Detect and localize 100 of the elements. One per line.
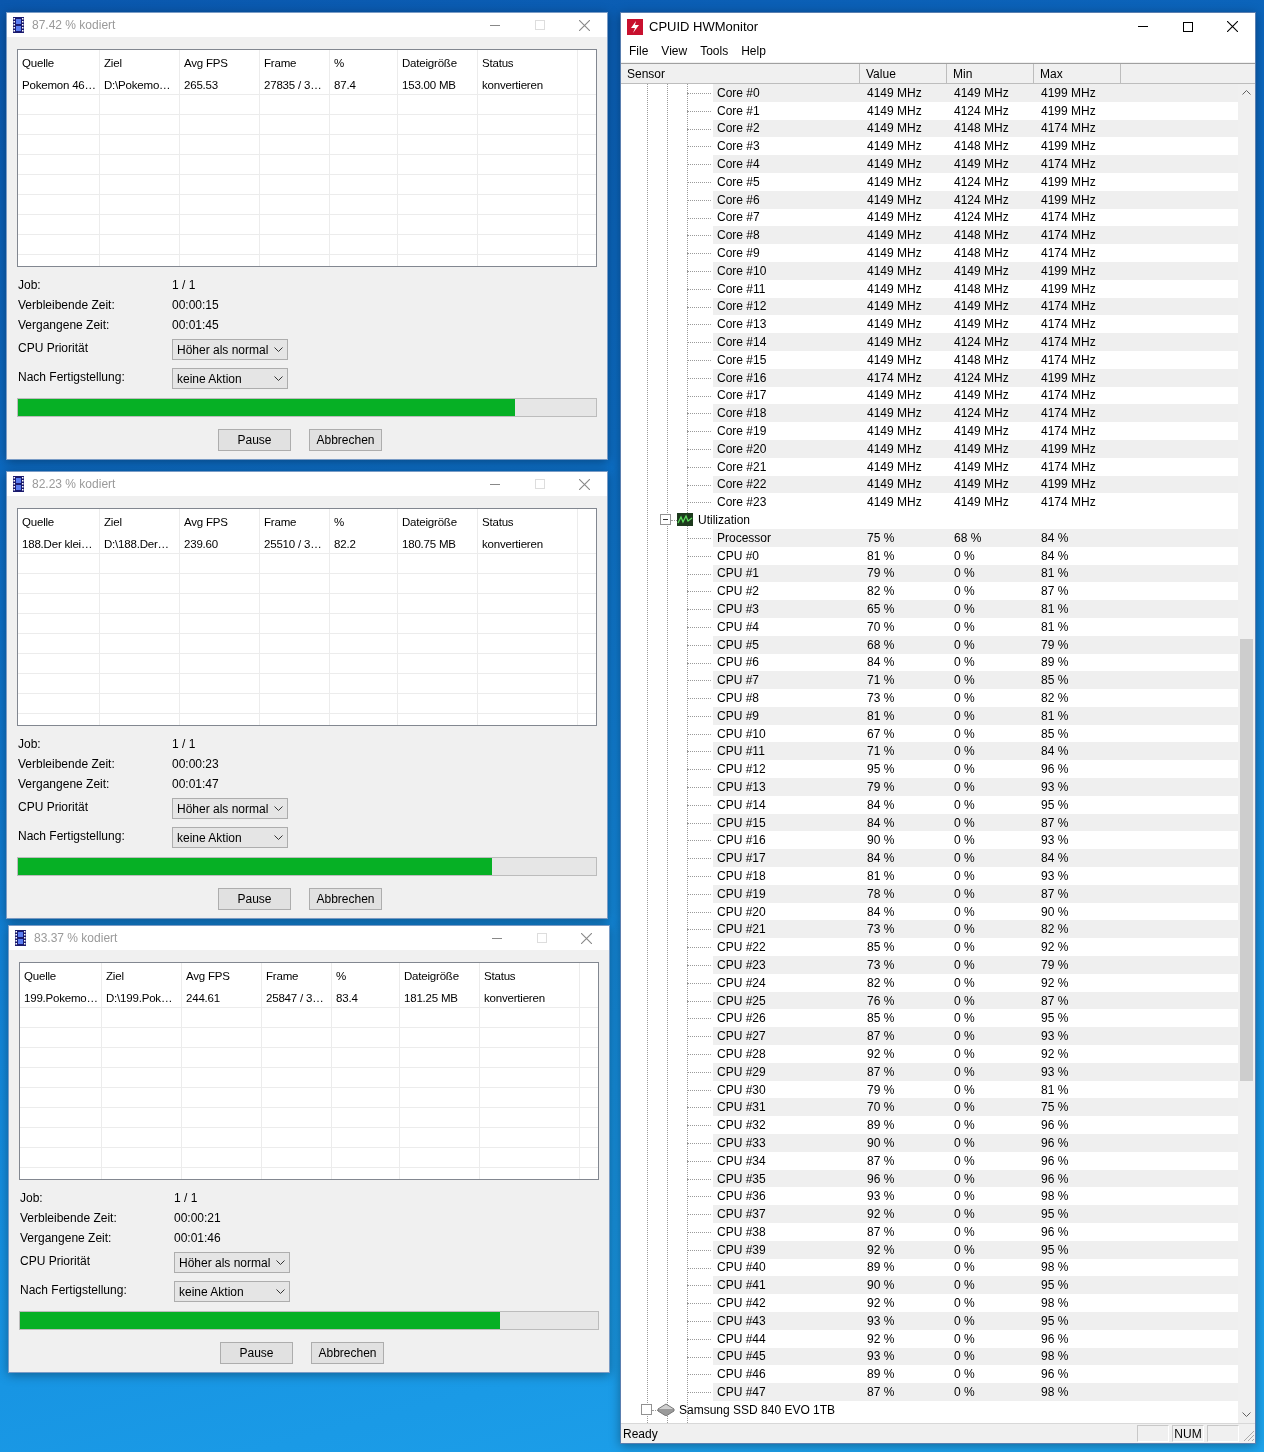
chevron-down-icon <box>276 1260 285 1265</box>
dialog-button[interactable]: Pause <box>218 888 291 910</box>
column-header[interactable]: Frame <box>260 50 330 75</box>
sensor-value: 4149 MHz <box>866 441 923 456</box>
sensor-max: 92 % <box>1040 975 1070 990</box>
sensor-max: 4174 MHz <box>1040 157 1097 172</box>
field-value: 1 / 1 <box>174 1189 199 1207</box>
sensor-min: 4148 MHz <box>953 228 1010 243</box>
column-header[interactable]: Dateigröße <box>400 963 480 988</box>
column-header[interactable]: Frame <box>260 509 330 534</box>
sensor-max: 96 % <box>1040 1135 1070 1150</box>
sensor-max: 93 % <box>1040 868 1070 883</box>
menu-item[interactable]: Tools <box>695 44 737 58</box>
sensor-min: 0 % <box>953 975 976 990</box>
sensor-min: 4148 MHz <box>953 121 1010 136</box>
column-header[interactable]: Frame <box>262 963 332 988</box>
field-label: Vergangene Zeit: <box>18 316 111 334</box>
column-header[interactable]: % <box>330 50 398 75</box>
column-header[interactable]: Dateigröße <box>398 50 478 75</box>
sensor-name: Core #7 <box>716 210 761 225</box>
dialog-button[interactable]: Pause <box>218 429 291 451</box>
completion-dropdown[interactable]: keine Aktion <box>172 368 288 389</box>
column-header[interactable]: Sensor <box>621 64 860 83</box>
column-header[interactable]: % <box>330 509 398 534</box>
column-header[interactable]: Status <box>480 963 580 988</box>
sensor-max: 95 % <box>1040 1207 1070 1222</box>
film-icon <box>13 476 24 492</box>
priority-dropdown[interactable]: Höher als normal <box>174 1252 290 1273</box>
column-header[interactable]: Status <box>478 50 578 75</box>
dialog-button[interactable]: Abbrechen <box>309 429 382 451</box>
sensor-value: 4149 MHz <box>866 388 923 403</box>
column-header[interactable]: Ziel <box>102 963 182 988</box>
sensor-name: CPU #22 <box>716 940 767 955</box>
sensor-value: 4149 MHz <box>866 424 923 439</box>
priority-dropdown[interactable]: Höher als normal <box>172 798 288 819</box>
sensor-name: CPU #23 <box>716 957 767 972</box>
sensor-max: 96 % <box>1040 1118 1070 1133</box>
menu-item[interactable]: Help <box>736 44 774 58</box>
sensor-name: CPU #8 <box>716 691 761 705</box>
sensor-value: 90 % <box>866 1278 896 1293</box>
dialog-button[interactable]: Abbrechen <box>311 1342 384 1364</box>
column-header[interactable]: Value <box>860 64 947 83</box>
column-header[interactable]: Ziel <box>100 50 180 75</box>
sensor-max: 90 % <box>1040 904 1070 919</box>
sensor-min: 4149 MHz <box>953 441 1010 456</box>
column-header[interactable]: Avg FPS <box>180 50 260 75</box>
collapse-icon[interactable] <box>660 514 671 526</box>
menu-item[interactable]: File <box>624 44 657 58</box>
table-cell: 87.4 <box>330 75 398 94</box>
sensor-max: 84 % <box>1040 548 1070 563</box>
group-label[interactable]: Utilization <box>694 513 751 527</box>
sensor-min: 0 % <box>953 1100 976 1115</box>
expander-box[interactable] <box>641 1403 652 1415</box>
sensor-value: 87 % <box>866 1064 896 1079</box>
sensor-max: 95 % <box>1040 797 1070 812</box>
sensor-max: 93 % <box>1040 1064 1070 1079</box>
field-label: Job: <box>20 1189 44 1207</box>
sensor-name: Processor <box>716 530 773 545</box>
completion-dropdown[interactable]: keine Aktion <box>172 827 288 848</box>
sensor-min: 0 % <box>953 1029 976 1044</box>
sensor-max: 4199 MHz <box>1040 85 1097 100</box>
scroll-thumb[interactable] <box>1240 639 1253 1081</box>
dialog-button[interactable]: Abbrechen <box>309 888 382 910</box>
sensor-max: 4199 MHz <box>1040 174 1097 189</box>
column-header[interactable]: Dateigröße <box>398 509 478 534</box>
status-text: Ready <box>623 1426 659 1441</box>
field-label: Vergangene Zeit: <box>20 1229 113 1247</box>
column-header[interactable]: Quelle <box>18 50 100 75</box>
sensor-max: 95 % <box>1040 1313 1070 1328</box>
sensor-max: 81 % <box>1040 708 1070 723</box>
dialog-button[interactable]: Pause <box>220 1342 293 1364</box>
priority-dropdown[interactable]: Höher als normal <box>172 339 288 360</box>
column-header[interactable]: Quelle <box>20 963 102 988</box>
sensor-min: 4148 MHz <box>953 139 1010 154</box>
sensor-value: 68 % <box>866 637 896 652</box>
column-header[interactable]: Min <box>947 64 1034 83</box>
column-header[interactable]: % <box>332 963 400 988</box>
sensor-max: 4199 MHz <box>1040 263 1097 278</box>
menu-item[interactable]: View <box>656 44 696 58</box>
device-name[interactable]: Samsung SSD 840 EVO 1TB <box>675 1402 836 1417</box>
sensor-name: Core #9 <box>716 246 761 261</box>
column-header[interactable]: Ziel <box>100 509 180 534</box>
sensor-min: 0 % <box>953 797 976 812</box>
sensor-max: 96 % <box>1040 1331 1070 1346</box>
column-header[interactable]: Avg FPS <box>180 509 260 534</box>
sensor-min: 0 % <box>953 691 976 705</box>
sensor-min: 0 % <box>953 1313 976 1328</box>
column-header[interactable]: Avg FPS <box>182 963 262 988</box>
sensor-min: 0 % <box>953 708 976 723</box>
column-header[interactable]: Quelle <box>18 509 100 534</box>
column-header[interactable]: Max <box>1034 64 1121 83</box>
sensor-name: Core #6 <box>716 192 761 207</box>
sensor-min: 4124 MHz <box>953 103 1010 118</box>
column-header[interactable]: Status <box>478 509 578 534</box>
completion-dropdown[interactable]: keine Aktion <box>174 1281 290 1302</box>
table-cell: Pokemon 46… <box>18 75 100 94</box>
sensor-min: 4149 MHz <box>953 459 1010 474</box>
sensor-name: CPU #38 <box>716 1224 767 1239</box>
sensor-name: CPU #21 <box>716 922 767 937</box>
scroll-bar[interactable] <box>1238 84 1255 1423</box>
